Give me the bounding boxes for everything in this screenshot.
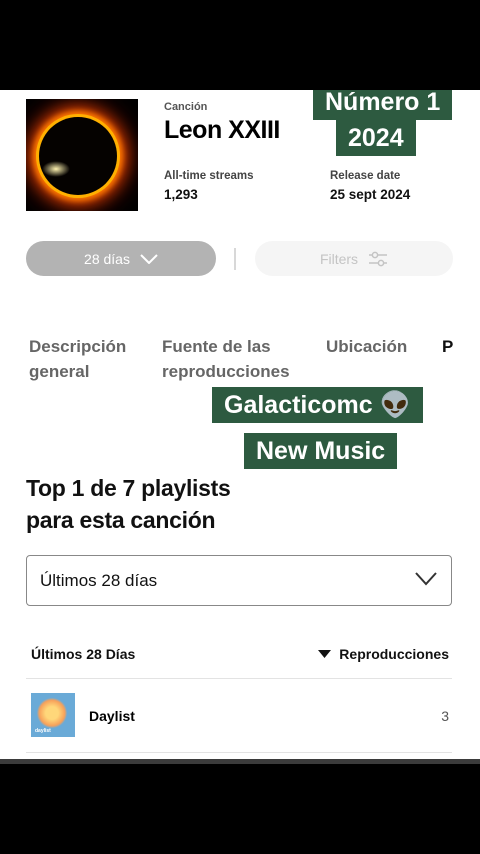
overlay-caption-artist: Galacticomc 👽 [212,387,423,423]
tab-overview[interactable]: Descripción general [29,334,126,384]
overlay-caption-new-music: New Music [244,433,398,469]
date-range-label: 28 días [84,250,130,267]
release-date-label: Release date [330,170,401,182]
playlist-thumbnail: daylist [31,693,75,737]
tab-playlists[interactable]: P [442,334,453,359]
song-title: Leon XXIII [164,116,280,144]
sliders-icon [369,251,388,266]
bottom-divider [0,759,480,764]
playlist-streams: 3 [441,708,449,724]
tab-playback-sources[interactable]: Fuente de las reproducciones [162,334,290,384]
tab-location[interactable]: Ubicación [326,334,407,359]
chevron-down-icon [140,253,158,264]
overlay-caption-year: 2024 [336,120,416,156]
song-type-label: Canción [164,101,208,113]
chevron-down-icon [415,572,437,586]
eclipse-art [39,117,117,195]
divider [234,248,236,270]
divider [26,678,452,679]
column-header-sort[interactable]: Reproducciones [318,646,449,662]
streams-value: 1,293 [164,187,198,202]
song-stats-screen: Canción Leon XXIII All-time streams 1,29… [0,90,480,762]
streams-label: All-time streams [164,170,254,182]
overlay-caption-numero: Número 1 [313,90,453,120]
playlists-section-title: Top 1 de 7 playlists para esta canción [26,475,231,533]
column-header-period: Últimos 28 Días [31,646,136,662]
period-select-value: Últimos 28 días [40,571,158,590]
album-cover [26,99,138,211]
playlist-name: Daylist [89,708,135,724]
filters-button[interactable]: Filters [255,241,453,276]
period-select[interactable]: Últimos 28 días [26,555,452,606]
release-date-value: 25 sept 2024 [330,187,411,202]
column-header-streams: Reproducciones [339,646,449,662]
divider [26,752,452,753]
sort-down-triangle-icon [318,650,332,658]
date-range-dropdown[interactable]: 28 días [26,241,216,276]
filters-label: Filters [319,250,359,267]
